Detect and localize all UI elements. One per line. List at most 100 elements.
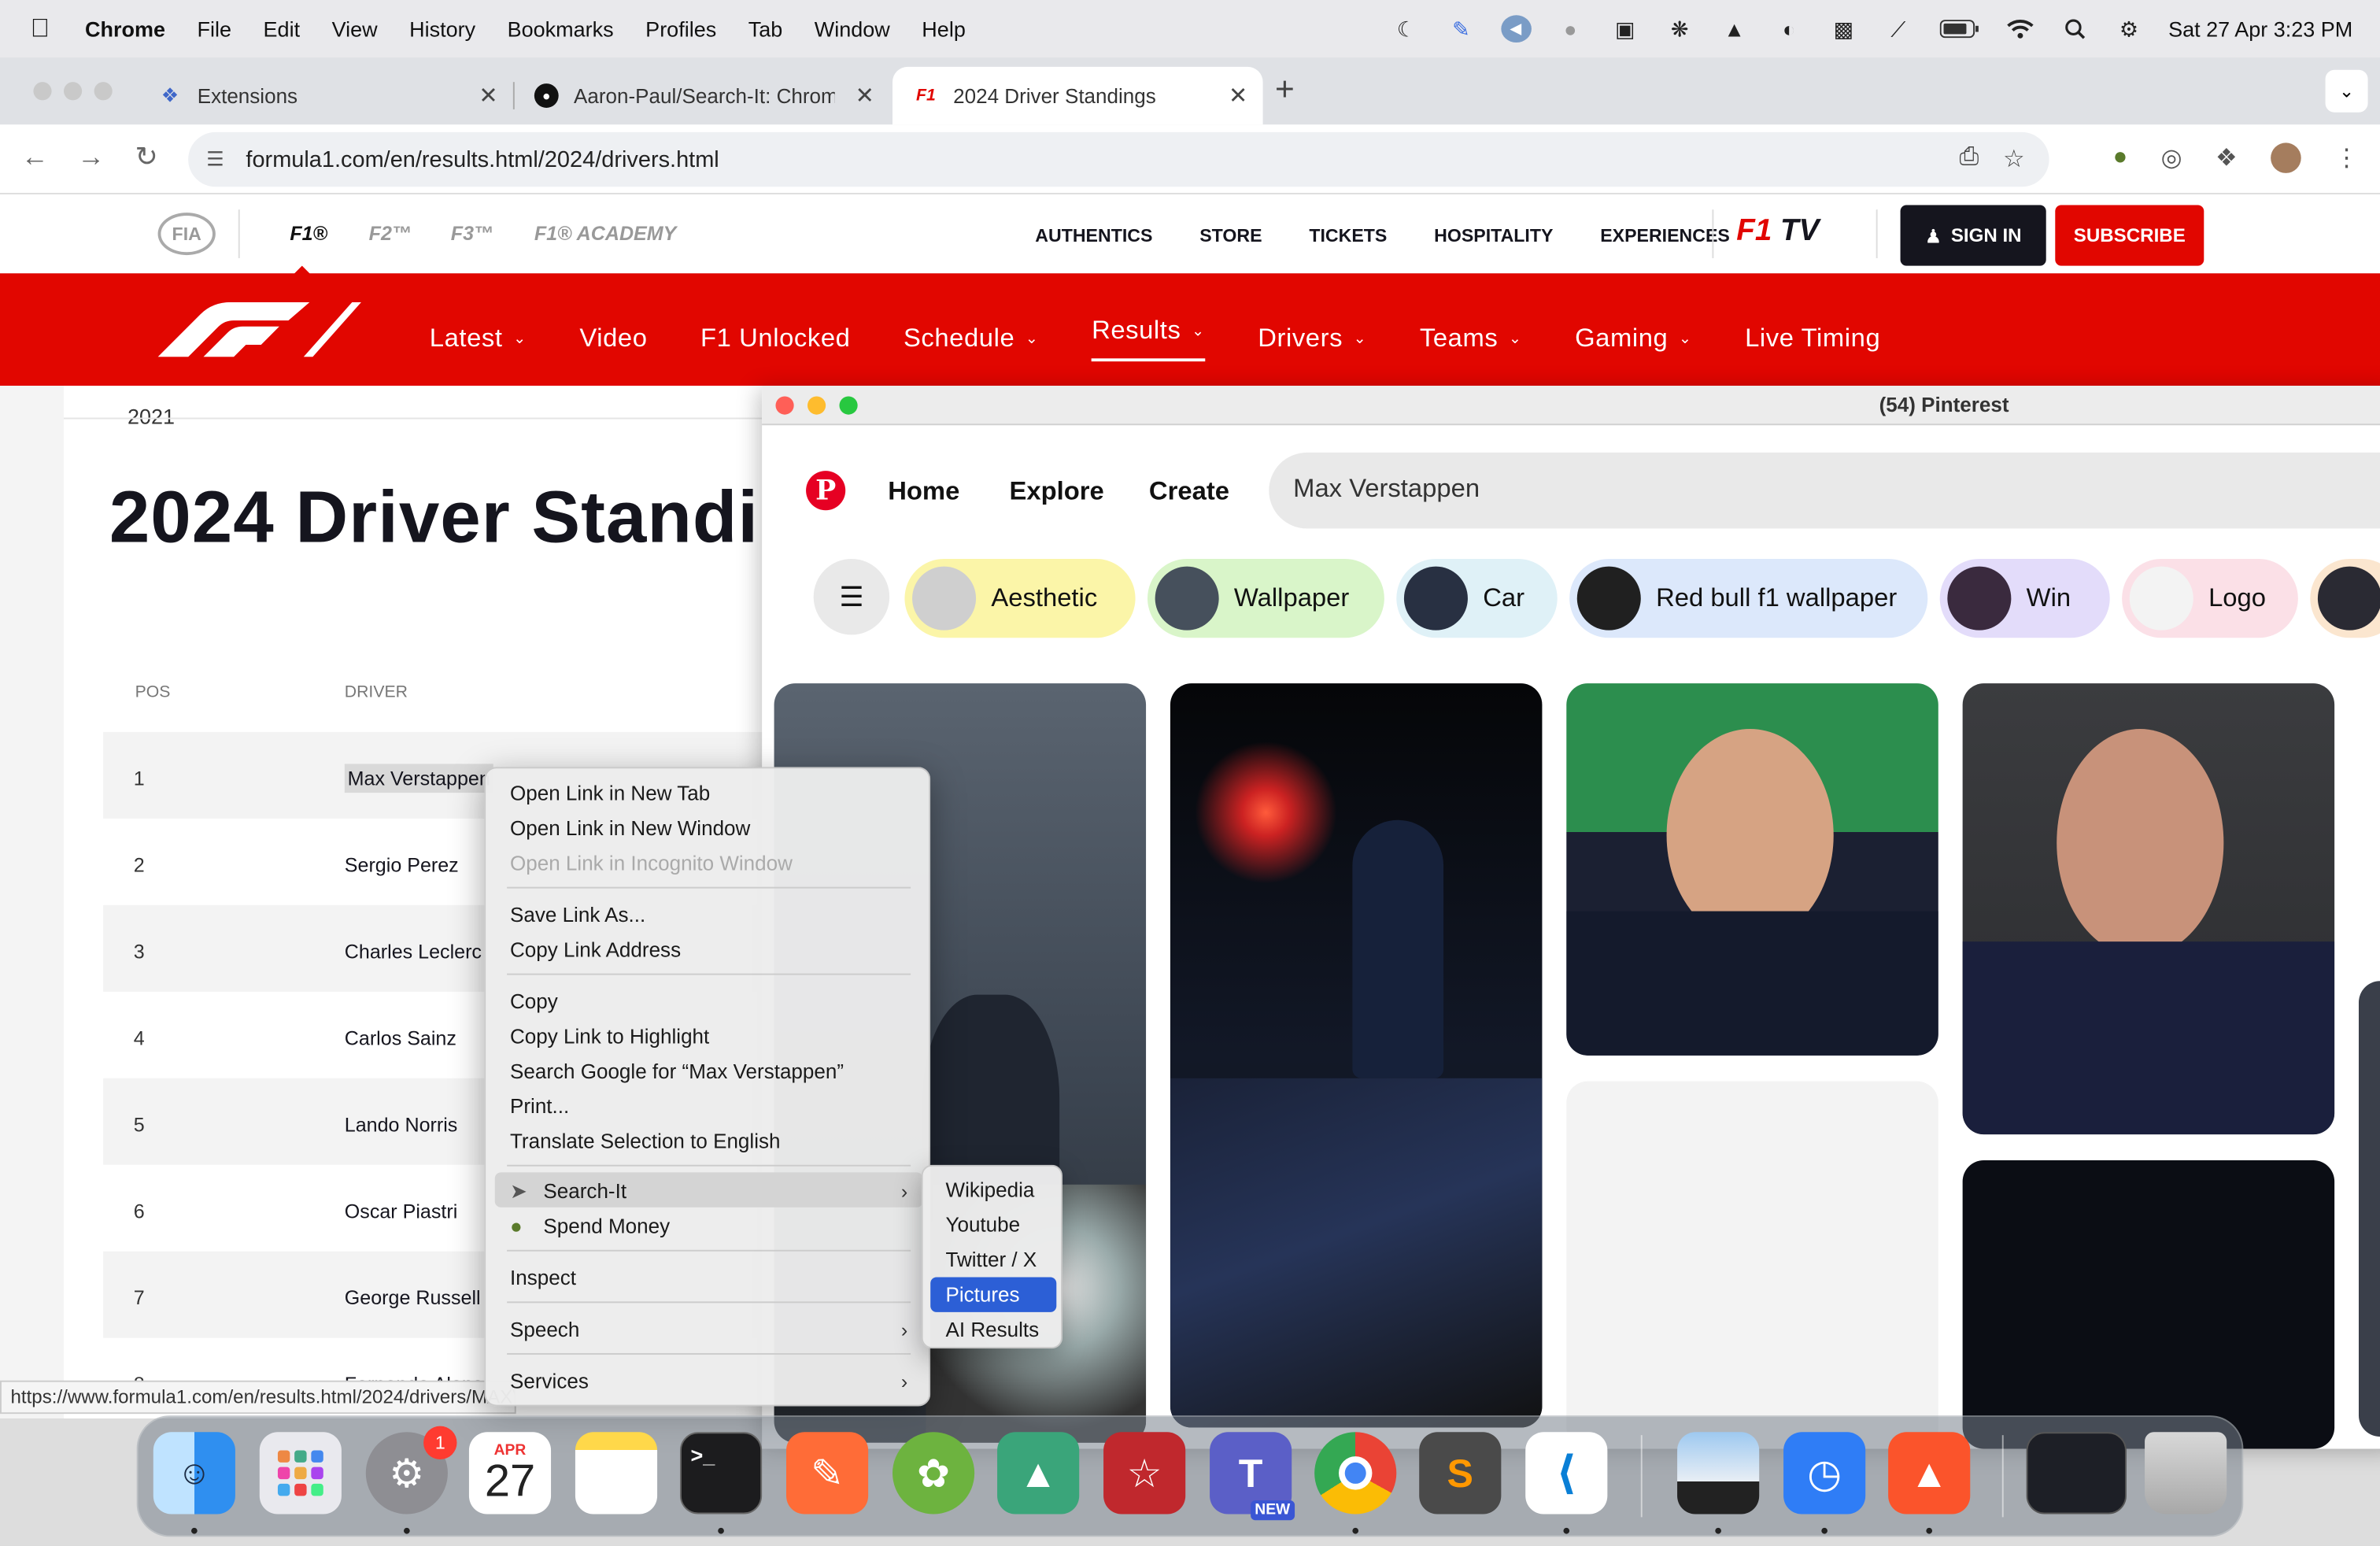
menu-window[interactable]: Window [815, 17, 890, 41]
chip-logo[interactable]: Logo [2122, 558, 2298, 638]
spring-leaf-icon[interactable]: ✿ [892, 1432, 975, 1515]
submenu-twitter[interactable]: Twitter / X [945, 1248, 1037, 1271]
pin-image[interactable] [1962, 683, 2335, 1135]
menu-open-link-new-window[interactable]: Open Link in New Window [510, 817, 750, 840]
close-tab-icon[interactable]: ✕ [856, 82, 874, 109]
driver-link[interactable]: Lando Norris [345, 1113, 458, 1136]
preview-icon[interactable] [1677, 1432, 1760, 1515]
address-url[interactable]: formula1.com/en/results.html/2024/driver… [246, 146, 719, 172]
gauge-icon[interactable]: ◐ [1774, 15, 1805, 43]
close-window-button[interactable] [33, 82, 52, 101]
safari-compass-icon[interactable]: ◷ [1783, 1432, 1866, 1515]
close-tab-icon[interactable]: ✕ [1229, 82, 1247, 109]
menu-file[interactable]: File [198, 17, 232, 41]
menu-profiles[interactable]: Profiles [645, 17, 716, 41]
terminal-icon[interactable]: >_ [679, 1432, 763, 1515]
install-app-icon[interactable]: ⎙ [1959, 144, 1979, 175]
driver-link[interactable]: George Russell [345, 1286, 481, 1309]
elephant-icon[interactable]: ▲ [1719, 15, 1750, 43]
kebab-menu-icon[interactable]: ⋮ [2334, 142, 2359, 173]
fia-logo[interactable]: FIA [157, 213, 216, 256]
zoom-window-button[interactable] [839, 396, 858, 415]
driver-link[interactable]: Carlos Sainz [345, 1026, 456, 1049]
link-authentics[interactable]: AUTHENTICS [1035, 225, 1152, 246]
menu-search-google[interactable]: Search Google for “Max Verstappen” [510, 1060, 844, 1083]
submenu-pictures[interactable]: Pictures [945, 1283, 1019, 1306]
minimized-window-thumbnail[interactable] [2026, 1432, 2127, 1515]
series-f3[interactable]: F3™ [451, 222, 493, 245]
globe-extension-icon[interactable]: ◎ [2161, 142, 2182, 173]
nav-f1-unlocked[interactable]: F1 Unlocked [700, 316, 850, 361]
menu-translate[interactable]: Translate Selection to English [510, 1130, 780, 1152]
zoom-window-button[interactable] [94, 82, 113, 101]
subscribe-button[interactable]: SUBSCRIBE [2055, 205, 2204, 266]
series-f1[interactable]: F1® [290, 222, 327, 245]
filter-sliders-icon[interactable]: ☰ [813, 558, 890, 635]
pin-image[interactable] [1962, 1160, 2335, 1449]
chip-more[interactable] [2310, 558, 2380, 638]
nav-drivers[interactable]: Drivers ⌄ [1258, 316, 1366, 361]
submenu-youtube[interactable]: Youtube [945, 1213, 1020, 1236]
pin-image[interactable] [2358, 981, 2380, 1437]
new-tab-icon[interactable]: + [1275, 70, 1295, 109]
teams-icon[interactable]: T NEW [1210, 1432, 1295, 1521]
chip-win[interactable]: Win [1939, 558, 2110, 638]
menu-edit[interactable]: Edit [264, 17, 301, 41]
menu-view[interactable]: View [332, 17, 378, 41]
pin-nav-explore[interactable]: Explore [1009, 477, 1103, 508]
chip-red-bull-wallpaper[interactable]: Red bull f1 wallpaper [1569, 558, 1928, 638]
menu-history[interactable]: History [409, 17, 475, 41]
notes-icon[interactable] [575, 1432, 658, 1515]
menu-help[interactable]: Help [922, 17, 966, 41]
reload-icon[interactable]: ↻ [135, 141, 158, 173]
menu-bookmarks[interactable]: Bookmarks [508, 17, 614, 41]
menu-services[interactable]: Services [510, 1370, 589, 1393]
trash-icon[interactable] [2145, 1432, 2227, 1515]
pin-image-placeholder[interactable] [1566, 1081, 1938, 1449]
sublime-text-icon[interactable]: S [1419, 1432, 1502, 1515]
menu-speech[interactable]: Speech [510, 1319, 579, 1341]
finder-icon[interactable]: ☺ [153, 1432, 235, 1515]
slash-icon[interactable]: ⟋ [1883, 15, 1914, 43]
wifi-icon[interactable] [2005, 15, 2035, 43]
battery-icon[interactable] [1938, 15, 1980, 43]
nav-teams[interactable]: Teams ⌄ [1420, 316, 1522, 361]
system-settings-icon[interactable]: ⚙ 1 [365, 1426, 457, 1515]
nav-latest[interactable]: Latest ⌄ [430, 316, 527, 361]
menu-print[interactable]: Print... [510, 1095, 569, 1118]
pen-tool-icon[interactable]: ✎ [1446, 15, 1476, 43]
menu-copy[interactable]: Copy [510, 990, 558, 1013]
tab-extensions[interactable]: ❖ Extensions ✕ [137, 67, 515, 124]
nav-results[interactable]: Results ⌄ [1092, 316, 1205, 362]
star-app-icon[interactable]: ☆ [1103, 1432, 1186, 1515]
apple-icon[interactable]:  [31, 13, 61, 44]
window-icon[interactable]: ▩ [1828, 15, 1859, 43]
vscode-icon[interactable]: ⟨ [1525, 1432, 1608, 1515]
spend-money-extension-icon[interactable]: ● [2113, 144, 2128, 172]
pin-nav-create[interactable]: Create [1149, 477, 1229, 508]
address-bar[interactable]: ☰ formula1.com/en/results.html/2024/driv… [188, 131, 2049, 187]
site-settings-icon[interactable]: ☰ [206, 147, 234, 172]
extensions-puzzle-icon[interactable]: ❖ [2216, 142, 2238, 173]
tab-search-chevron-icon[interactable]: ⌄ [2325, 69, 2368, 113]
chip-aesthetic[interactable]: Aesthetic [904, 558, 1136, 638]
chrome-icon[interactable] [1314, 1432, 1397, 1515]
f1-logo[interactable] [157, 301, 361, 357]
pin-image[interactable] [1566, 683, 1938, 1056]
menu-app-name[interactable]: Chrome [85, 17, 165, 41]
pin-nav-home[interactable]: Home [888, 477, 959, 508]
series-f2[interactable]: F2™ [369, 222, 412, 245]
minimize-window-button[interactable] [807, 396, 826, 415]
driver-link[interactable]: Charles Leclerc [345, 940, 482, 963]
close-window-button[interactable] [775, 396, 794, 415]
brave-lion-icon[interactable]: ▲ [1888, 1432, 1971, 1515]
menu-inspect[interactable]: Inspect [510, 1267, 576, 1289]
chip-wallpaper[interactable]: Wallpaper [1147, 558, 1384, 638]
nav-video[interactable]: Video [579, 316, 647, 361]
menu-copy-link-to-highlight[interactable]: Copy Link to Highlight [510, 1025, 709, 1048]
pinterest-logo[interactable]: P [806, 471, 846, 511]
link-tickets[interactable]: TICKETS [1309, 225, 1387, 246]
menubar-datetime[interactable]: Sat 27 Apr 3:23 PM [2168, 17, 2352, 41]
postman-icon[interactable]: ✎ [785, 1432, 869, 1515]
tab-driver-standings[interactable]: F1 2024 Driver Standings ✕ [892, 66, 1263, 125]
